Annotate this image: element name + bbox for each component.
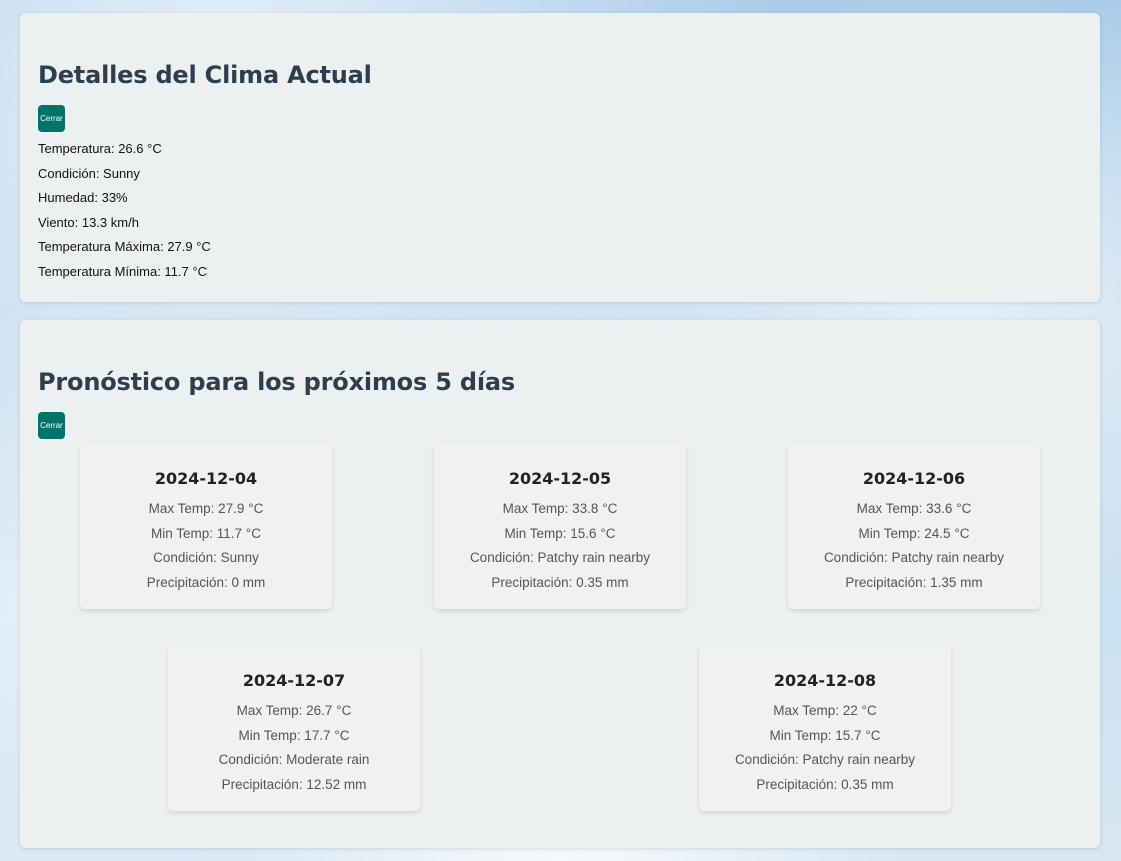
forecast-precipitation: Precipitación: 0.35 mm	[756, 776, 894, 792]
forecast-min-temp: Min Temp: 15.6 °C	[504, 525, 616, 541]
forecast-date: 2024-12-05	[508, 469, 612, 488]
forecast-title: Pronóstico para los próximos 5 días	[38, 368, 515, 396]
forecast-min-temp: Min Temp: 17.7 °C	[238, 727, 350, 743]
humidity-text: Humedad: 33%	[38, 190, 128, 205]
forecast-max-temp: Max Temp: 33.8 °C	[502, 501, 618, 516]
forecast-max-temp: Max Temp: 33.6 °C	[856, 501, 972, 516]
current-weather-details: Temperatura: 26.6 °C Condición: Sunny Hu…	[38, 137, 211, 284]
forecast-date: 2024-12-04	[154, 469, 258, 488]
forecast-panel: Pronóstico para los próximos 5 días Cerr…	[20, 320, 1100, 848]
forecast-date: 2024-12-07	[242, 671, 346, 690]
forecast-max-temp: Max Temp: 27.9 °C	[148, 501, 264, 516]
forecast-max-temp: Max Temp: 26.7 °C	[236, 703, 352, 718]
wind-text: Viento: 13.3 km/h	[38, 214, 139, 230]
forecast-precipitation: Precipitación: 1.35 mm	[845, 574, 983, 590]
forecast-min-temp: Min Temp: 24.5 °C	[858, 525, 970, 541]
condition-text: Condición: Sunny	[38, 165, 140, 181]
close-current-button[interactable]: Cerrar	[38, 105, 65, 132]
forecast-condition: Condición: Patchy rain nearby	[734, 752, 916, 767]
current-weather-panel: Detalles del Clima Actual Cerrar Tempera…	[20, 13, 1100, 302]
min-temp-text: Temperatura Mínima: 11.7 °C	[38, 263, 207, 279]
forecast-min-temp: Min Temp: 15.7 °C	[769, 727, 881, 743]
forecast-max-temp: Max Temp: 22 °C	[773, 703, 877, 718]
forecast-day-card: 2024-12-08 Max Temp: 22 °C Min Temp: 15.…	[699, 646, 951, 811]
forecast-day-card: 2024-12-07 Max Temp: 26.7 °C Min Temp: 1…	[168, 646, 420, 811]
forecast-precipitation: Precipitación: 0 mm	[146, 574, 266, 590]
forecast-day-card: 2024-12-06 Max Temp: 33.6 °C Min Temp: 2…	[788, 444, 1040, 609]
forecast-condition: Condición: Moderate rain	[218, 752, 370, 767]
max-temp-text: Temperatura Máxima: 27.9 °C	[38, 239, 211, 254]
current-weather-title: Detalles del Clima Actual	[38, 61, 372, 89]
forecast-day-card: 2024-12-04 Max Temp: 27.9 °C Min Temp: 1…	[80, 444, 332, 609]
forecast-precipitation: Precipitación: 12.52 mm	[221, 776, 367, 792]
close-forecast-button[interactable]: Cerrar	[38, 412, 65, 439]
forecast-date: 2024-12-08	[773, 671, 877, 690]
temperature-text: Temperatura: 26.6 °C	[38, 141, 162, 156]
forecast-min-temp: Min Temp: 11.7 °C	[151, 525, 261, 541]
forecast-condition: Condición: Patchy rain nearby	[823, 550, 1005, 565]
forecast-day-card: 2024-12-05 Max Temp: 33.8 °C Min Temp: 1…	[434, 444, 686, 609]
forecast-condition: Condición: Sunny	[153, 550, 259, 565]
forecast-date: 2024-12-06	[862, 469, 966, 488]
forecast-precipitation: Precipitación: 0.35 mm	[491, 574, 629, 590]
forecast-condition: Condición: Patchy rain nearby	[469, 550, 651, 565]
